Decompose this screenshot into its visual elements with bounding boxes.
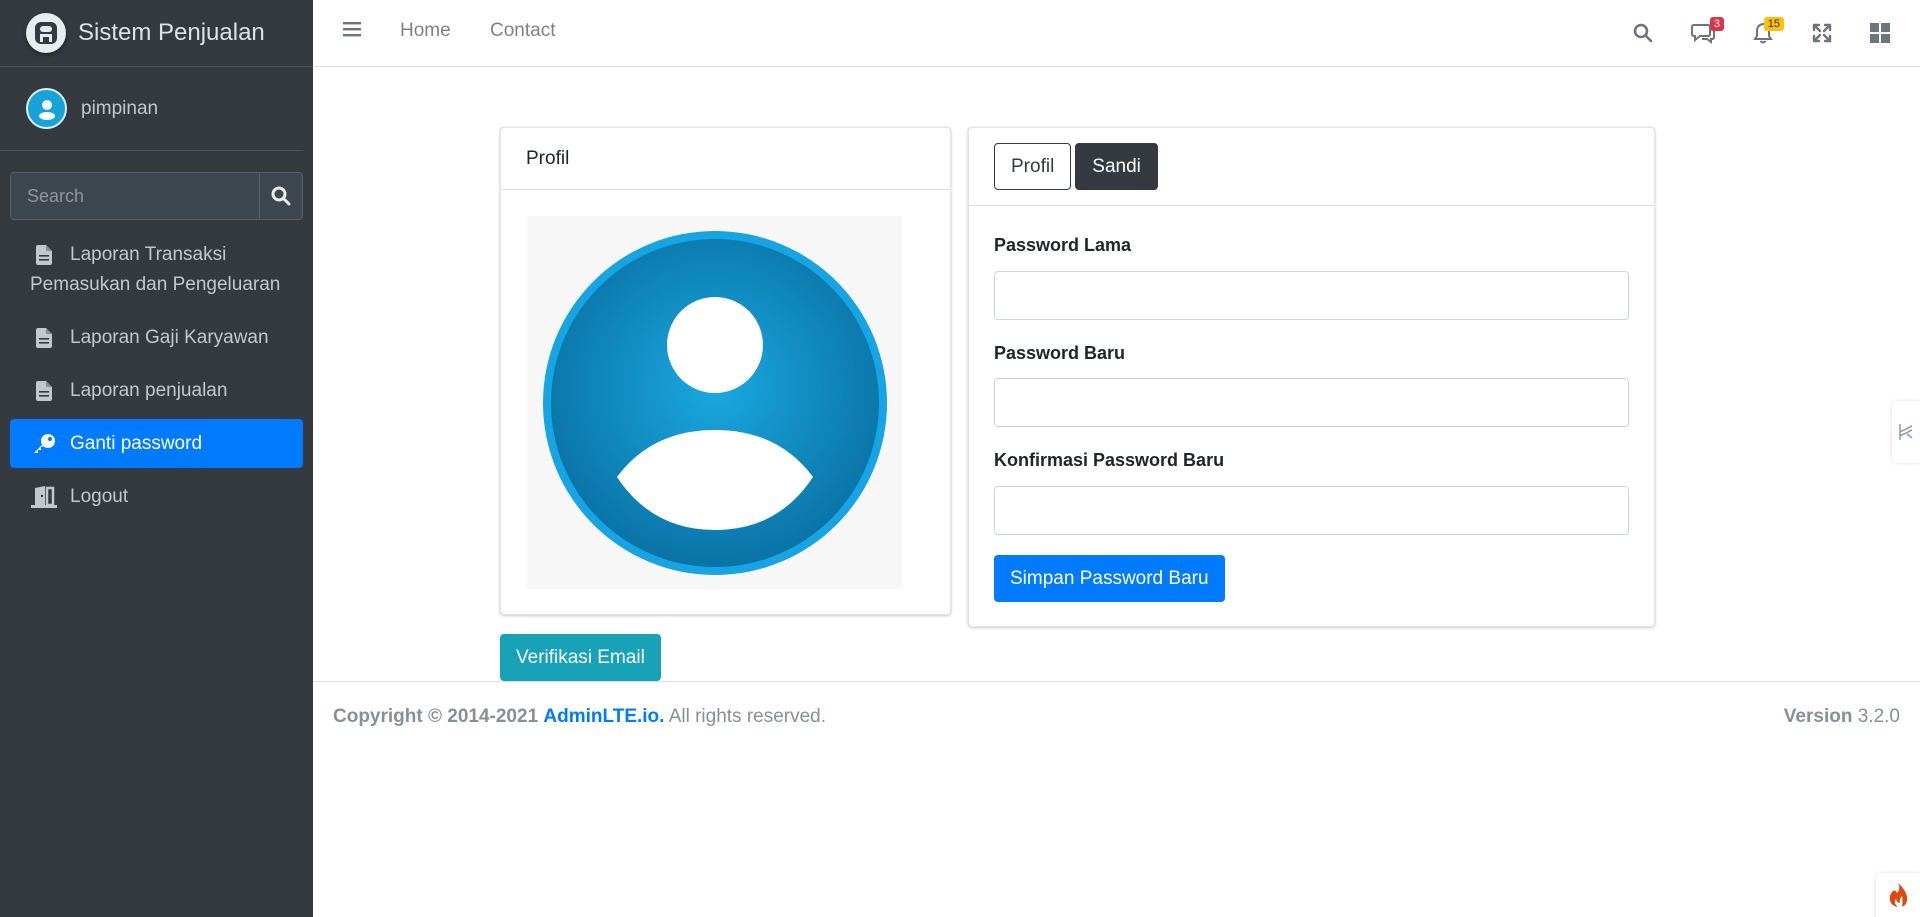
codeigniter-flame-icon[interactable] bbox=[1876, 873, 1920, 917]
nav-link-home[interactable]: Home bbox=[400, 20, 451, 42]
search-icon bbox=[271, 186, 291, 206]
adminlte-logo-icon bbox=[26, 13, 66, 53]
footer-rights: All rights reserved. bbox=[668, 706, 827, 727]
profile-card-title: Profil bbox=[501, 128, 950, 190]
navbar-search-icon[interactable] bbox=[1630, 20, 1656, 46]
tab-sandi[interactable]: Sandi bbox=[1075, 143, 1158, 190]
sidebar-item-label: Logout bbox=[70, 486, 129, 507]
notifications-bell-icon[interactable]: 15 bbox=[1750, 17, 1784, 46]
user-avatar-icon bbox=[26, 88, 67, 129]
user-panel[interactable]: pimpinan bbox=[0, 67, 303, 151]
sidebar-item-label: Ganti password bbox=[70, 433, 203, 454]
file-icon bbox=[30, 240, 58, 270]
profile-card: Profil bbox=[500, 127, 951, 615]
sidebar-item-laporan-gaji[interactable]: Laporan Gaji Karyawan bbox=[10, 313, 303, 362]
user-name: pimpinan bbox=[81, 97, 159, 119]
notifications-badge: 15 bbox=[1763, 17, 1784, 31]
control-sidebar-grid-icon[interactable] bbox=[1867, 20, 1893, 46]
confirm-password-field[interactable] bbox=[994, 486, 1629, 535]
brand-title: Sistem Penjualan bbox=[78, 19, 265, 46]
sidebar-search-button[interactable] bbox=[259, 173, 302, 219]
new-password-label: Password Baru bbox=[994, 343, 1126, 363]
brand-link[interactable]: Sistem Penjualan bbox=[0, 0, 313, 67]
top-navbar: Home Contact 3 15 bbox=[313, 0, 1920, 67]
confirm-password-label: Konfirmasi Password Baru bbox=[994, 450, 1225, 470]
password-card: Profil Sandi Password Lama Password Baru… bbox=[968, 127, 1655, 627]
profile-avatar-image bbox=[527, 216, 902, 589]
sidebar-item-label: Laporan Gaji Karyawan bbox=[70, 327, 269, 348]
sidebar-item-laporan-transaksi[interactable]: Laporan Transaksi Pemasukan dan Pengelua… bbox=[10, 230, 303, 309]
nav-link-contact[interactable]: Contact bbox=[490, 20, 555, 42]
sidebar-search bbox=[10, 172, 303, 220]
file-icon bbox=[30, 376, 58, 406]
sidebar-nav: Laporan Transaksi Pemasukan dan Pengelua… bbox=[10, 230, 303, 525]
sidebar-item-logout[interactable]: Logout bbox=[10, 472, 303, 521]
sidebar-item-label: Laporan Transaksi bbox=[70, 244, 227, 265]
main-sidebar: Sistem Penjualan pimpinan Laporan Transa… bbox=[0, 0, 313, 917]
new-password-field[interactable] bbox=[994, 378, 1629, 427]
footer-version: Version 3.2.0 bbox=[1784, 706, 1900, 728]
fullscreen-icon[interactable] bbox=[1809, 20, 1835, 46]
sidebar-item-label-line2: Pemasukan dan Pengeluaran bbox=[30, 274, 281, 295]
footer-adminlte-link[interactable]: AdminLTE.io. bbox=[543, 706, 664, 727]
footer-copyright: Copyright © 2014-2021 bbox=[333, 706, 539, 727]
hamburger-menu-icon[interactable] bbox=[343, 21, 361, 42]
side-extension-tab-icon[interactable] bbox=[1892, 401, 1920, 463]
sidebar-item-laporan-penjualan[interactable]: Laporan penjualan bbox=[10, 366, 303, 415]
sidebar-item-label: Laporan penjualan bbox=[70, 380, 228, 401]
main-footer: Copyright © 2014-2021 AdminLTE.io. All r… bbox=[313, 681, 1920, 753]
key-icon bbox=[30, 429, 58, 459]
footer-version-value: 3.2.0 bbox=[1857, 706, 1900, 727]
save-password-button[interactable]: Simpan Password Baru bbox=[994, 555, 1225, 602]
footer-version-label: Version bbox=[1783, 706, 1853, 727]
sidebar-search-input[interactable] bbox=[11, 173, 259, 219]
messages-icon[interactable]: 3 bbox=[1690, 17, 1724, 46]
file-icon bbox=[30, 323, 58, 353]
tab-profil[interactable]: Profil bbox=[994, 143, 1072, 190]
messages-badge: 3 bbox=[1709, 17, 1724, 31]
password-card-tabs: Profil Sandi bbox=[969, 128, 1654, 206]
door-exit-icon bbox=[30, 482, 58, 512]
old-password-label: Password Lama bbox=[994, 235, 1132, 255]
old-password-field[interactable] bbox=[994, 271, 1629, 320]
verify-email-button[interactable]: Verifikasi Email bbox=[500, 634, 661, 681]
sidebar-item-ganti-password[interactable]: Ganti password bbox=[10, 419, 303, 468]
